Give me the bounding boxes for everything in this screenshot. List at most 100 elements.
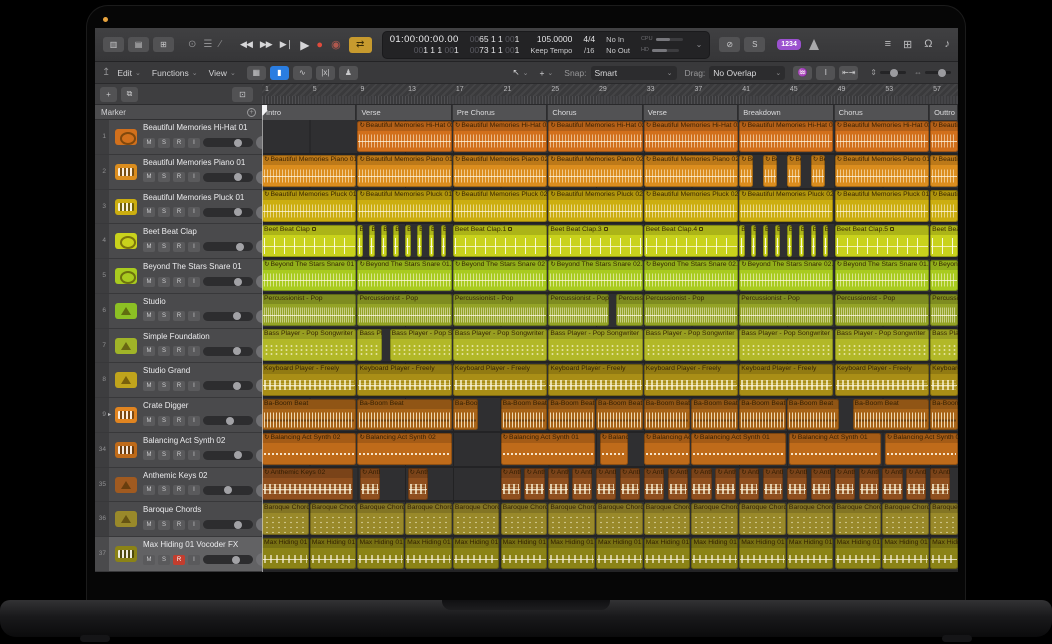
region[interactable]: ↻Anthemic Keys 02 xyxy=(644,468,664,500)
region[interactable]: Beet Beat Clap.1 xyxy=(453,225,547,257)
region[interactable]: B xyxy=(763,225,768,257)
record-enable-button[interactable]: R xyxy=(173,520,185,530)
region[interactable]: Bass Player - Pop Songwriter xyxy=(835,329,929,361)
drag-select[interactable]: No Overlap⌄ xyxy=(709,66,785,80)
region[interactable]: ↻Beautiful Memories Piano 01.3 xyxy=(930,155,957,187)
volume-slider[interactable] xyxy=(203,451,253,460)
region[interactable]: Keyboard Player - Freely xyxy=(262,364,356,396)
region[interactable]: B xyxy=(823,225,828,257)
mixer-icon[interactable]: ☰ xyxy=(203,39,212,50)
solo-button[interactable]: S xyxy=(744,37,765,52)
region[interactable]: Baroque Chords xyxy=(835,503,882,535)
region[interactable]: Ba-Boom Beat xyxy=(596,399,643,431)
region[interactable]: ↻Anthemic Keys 02 xyxy=(811,468,831,500)
volume-slider[interactable] xyxy=(203,416,253,425)
tuner-button[interactable]: ⊘ xyxy=(719,37,740,52)
volume-slider[interactable] xyxy=(203,312,253,321)
input-monitor-button[interactable]: I xyxy=(188,485,200,495)
mute-button[interactable]: M xyxy=(143,555,155,565)
region[interactable]: Percussionist - Pop xyxy=(357,294,451,326)
loop-browser-icon[interactable]: Ω xyxy=(924,38,932,51)
volume-slider[interactable] xyxy=(203,138,253,147)
mute-button[interactable]: M xyxy=(143,172,155,182)
region[interactable]: B xyxy=(369,225,374,257)
input-monitor-button[interactable]: I xyxy=(188,346,200,356)
region[interactable]: ↻Beautiful Memories Pluck 02.1 xyxy=(548,190,642,222)
region[interactable]: ↻Beyond The Stars Snare 01.3 xyxy=(930,260,957,292)
mute-button[interactable]: M xyxy=(143,242,155,252)
region[interactable]: ↻Balancing Act Synth 01 xyxy=(600,433,629,465)
region[interactable]: ↻Balancing Act Synth 01 xyxy=(789,433,881,465)
region[interactable]: Bass Player - Pop Songwriter xyxy=(390,329,452,361)
solo-button[interactable]: S xyxy=(158,485,170,495)
region[interactable]: Keyboard Player - Freely xyxy=(453,364,547,396)
record-enable-button[interactable]: R xyxy=(173,311,185,321)
record-enable-button[interactable]: R xyxy=(173,172,185,182)
mute-button[interactable]: M xyxy=(143,416,155,426)
input-monitor-button[interactable]: I xyxy=(188,311,200,321)
record-enable-button[interactable]: R xyxy=(173,381,185,391)
region[interactable]: ↻Beautiful Memories Piano 01.2 xyxy=(835,155,929,187)
catch-playhead-button[interactable]: ▮ xyxy=(270,66,289,80)
region[interactable]: Ba-Boom Beat xyxy=(644,399,691,431)
disclosure-arrow-icon[interactable]: ▸ xyxy=(108,411,111,418)
monitoring-button[interactable]: ♟ xyxy=(339,66,358,80)
record-enable-button[interactable]: R xyxy=(173,450,185,460)
region[interactable]: Baroque Chords xyxy=(548,503,595,535)
arrangement-marker[interactable]: Breakdown xyxy=(739,105,833,120)
region[interactable]: ↻Anthemic Keys 02 xyxy=(360,468,380,500)
region[interactable]: Keyboard Player - Freely xyxy=(644,364,738,396)
region[interactable]: Max Hiding 01 V xyxy=(501,538,548,570)
region[interactable]: ↻Balancing Act Synth 01 xyxy=(644,433,691,465)
region[interactable]: Percussionist - Pop xyxy=(739,294,833,326)
add-marker-button[interactable]: + xyxy=(247,108,256,117)
track-header-row[interactable]: 4Beet Beat ClapMSRI xyxy=(95,224,262,259)
region[interactable]: ↻Anthemic Keys 02 xyxy=(501,468,521,500)
list-editors-icon[interactable]: ≡ xyxy=(885,38,891,51)
mute-button[interactable]: M xyxy=(143,207,155,217)
region[interactable]: Max Hiding 01 V xyxy=(882,538,929,570)
solo-button[interactable]: S xyxy=(158,207,170,217)
region[interactable]: ↻Anthemic Keys 02 xyxy=(408,468,428,500)
arrangement-marker[interactable]: Pre Chorus xyxy=(453,105,547,120)
region[interactable]: Keyboard Player - Freely xyxy=(357,364,451,396)
region[interactable]: ↻Beautiful Memories Hi-Hat 02.3 xyxy=(739,121,833,153)
region[interactable]: Max Hiding 01 V xyxy=(644,538,691,570)
solo-button[interactable]: S xyxy=(158,242,170,252)
region[interactable]: B xyxy=(751,225,756,257)
region[interactable]: ↻Anthemic Keys 02 xyxy=(620,468,640,500)
region[interactable]: Max Hiding 01 V xyxy=(453,538,500,570)
region[interactable]: B xyxy=(417,225,422,257)
solo-button[interactable]: S xyxy=(158,416,170,426)
region[interactable]: B xyxy=(775,225,780,257)
record-enable-button[interactable]: R xyxy=(173,277,185,287)
browsers-icon[interactable]: ♪ xyxy=(945,38,951,51)
arrangement-marker[interactable]: Chorus xyxy=(548,105,642,120)
region[interactable]: ↻Beautiful Memories Pluck 01.2 xyxy=(835,190,929,222)
track-header-row[interactable]: 5Beyond The Stars Snare 01MSRI xyxy=(95,259,262,294)
region[interactable]: Ba-Boom Beat xyxy=(501,399,548,431)
input-monitor-button[interactable]: I xyxy=(188,207,200,217)
region[interactable]: ↻Anthemic Keys 02 xyxy=(859,468,879,500)
input-monitor-button[interactable]: I xyxy=(188,520,200,530)
region[interactable]: ↻Beautiful Memories Piano 02 xyxy=(453,155,547,187)
region[interactable]: Ba-Boom Beat xyxy=(357,399,451,431)
region[interactable]: ↻Beautiful Memories Pluck 01.1 xyxy=(357,190,451,222)
region[interactable]: ↻Beautiful Memories Piano 02.3 xyxy=(787,155,801,187)
volume-slider[interactable] xyxy=(203,520,253,529)
region[interactable]: ↻Anthemic Keys 02 xyxy=(882,468,902,500)
track-header-row[interactable]: 9▸Crate DiggerMSRI xyxy=(95,398,262,433)
play-button[interactable]: ▶ xyxy=(300,38,308,52)
region[interactable]: Bass Player - Pop Songwriter xyxy=(262,329,356,361)
region[interactable]: ↻Anthemic Keys 02 xyxy=(930,468,950,500)
region[interactable]: Beet Beat Clap xyxy=(262,225,356,257)
vertical-zoom-slider[interactable]: ⇕ xyxy=(870,68,906,77)
mute-button[interactable]: M xyxy=(143,450,155,460)
record-enable-button[interactable]: R xyxy=(173,138,185,148)
volume-slider[interactable] xyxy=(203,347,253,356)
volume-slider[interactable] xyxy=(203,555,253,564)
solo-button[interactable]: S xyxy=(158,172,170,182)
waveform-zoom-button[interactable]: ♒ xyxy=(793,66,812,80)
region[interactable]: B xyxy=(429,225,434,257)
region[interactable]: ↻Beyond The Stars Snare 02 xyxy=(453,260,547,292)
